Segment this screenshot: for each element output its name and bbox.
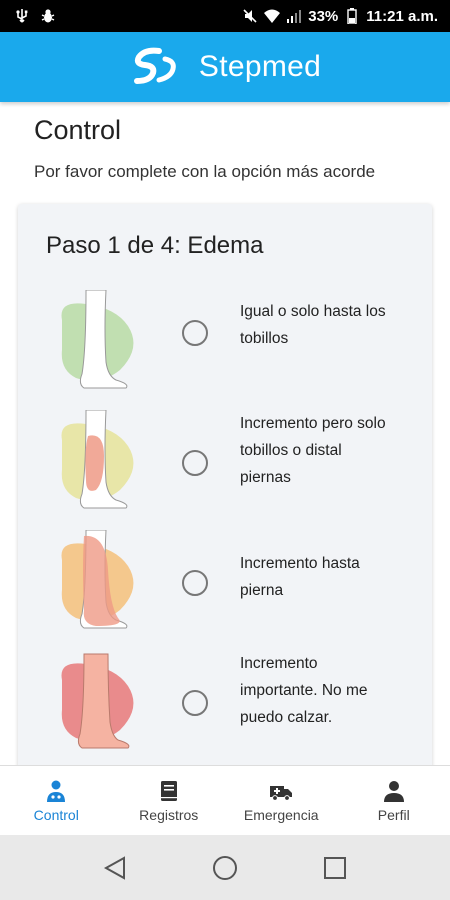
- option-label: Incremento pero solo tobillos o distal p…: [240, 415, 386, 486]
- recents-icon: [324, 856, 346, 879]
- option-radio[interactable]: [182, 690, 208, 716]
- ambulance-icon: [270, 785, 293, 801]
- option-edema-leg[interactable]: Incremento hasta pierna: [18, 530, 432, 640]
- nav-item-perfil[interactable]: Perfil: [338, 766, 450, 835]
- system-nav: [0, 835, 450, 900]
- status-bar: 33% 11:21 a.m.: [0, 0, 450, 32]
- nav-item-control[interactable]: Control: [0, 766, 113, 835]
- home-icon: [213, 855, 237, 880]
- option-radio[interactable]: [182, 570, 208, 596]
- option-edema-ankles[interactable]: Igual o solo hasta los tobillos: [18, 290, 432, 400]
- option-label: Igual o solo hasta los tobillos: [240, 303, 386, 347]
- wifi-icon: [264, 9, 281, 23]
- option-radio[interactable]: [182, 450, 208, 476]
- edema-card: Paso 1 de 4: Edema Igual o solo hasta lo…: [18, 204, 432, 774]
- app-title: Stepmed: [198, 50, 322, 83]
- leg-illustration-icon: [61, 290, 134, 389]
- option-radio[interactable]: [182, 320, 208, 346]
- mute-icon: [243, 9, 257, 23]
- status-right: 33% 11:21 a.m.: [242, 8, 438, 25]
- status-left: [14, 8, 56, 24]
- doctor-icon: [47, 780, 66, 802]
- debug-icon: [41, 9, 55, 23]
- nav-item-emergencia[interactable]: Emergencia: [225, 766, 338, 835]
- nav-label-emergencia: Emergencia: [243, 806, 319, 823]
- back-icon: [103, 855, 125, 880]
- nav-label-registros: Registros: [139, 806, 199, 823]
- battery-percent: 33%: [308, 7, 339, 25]
- signal-icon: [287, 10, 302, 23]
- stepmed-logo-icon: [133, 47, 176, 84]
- leg-illustration-icon: [61, 530, 134, 629]
- nav-label-perfil: Perfil: [377, 806, 410, 823]
- leg-illustration-icon: [61, 410, 134, 509]
- home-button[interactable]: [210, 853, 240, 883]
- option-edema-severe[interactable]: Incremento importante. No me puedo calza…: [18, 650, 432, 760]
- nav-label-control: Control: [33, 806, 79, 823]
- usb-icon: [16, 9, 28, 23]
- person-icon: [383, 780, 404, 802]
- battery-icon: [347, 8, 357, 24]
- option-edema-distal[interactable]: Incremento pero solo tobillos o distal p…: [18, 410, 432, 520]
- back-button[interactable]: [100, 853, 130, 883]
- bottom-nav: Control Registros Emergencia Perfil: [0, 765, 450, 835]
- recents-button[interactable]: [320, 853, 350, 883]
- nav-item-registros[interactable]: Registros: [113, 766, 226, 835]
- page-title: Control: [34, 115, 122, 145]
- step-title: Paso 1 de 4: Edema: [46, 232, 264, 259]
- option-label: Incremento importante. No me puedo calza…: [240, 655, 368, 726]
- app-header: Stepmed: [0, 32, 450, 102]
- option-label: Incremento hasta pierna: [240, 555, 360, 599]
- page-subtitle: Por favor complete con la opción más aco…: [34, 162, 376, 181]
- book-icon: [160, 780, 177, 801]
- leg-illustration-icon: [61, 653, 134, 749]
- clock: 11:21 a.m.: [366, 7, 438, 25]
